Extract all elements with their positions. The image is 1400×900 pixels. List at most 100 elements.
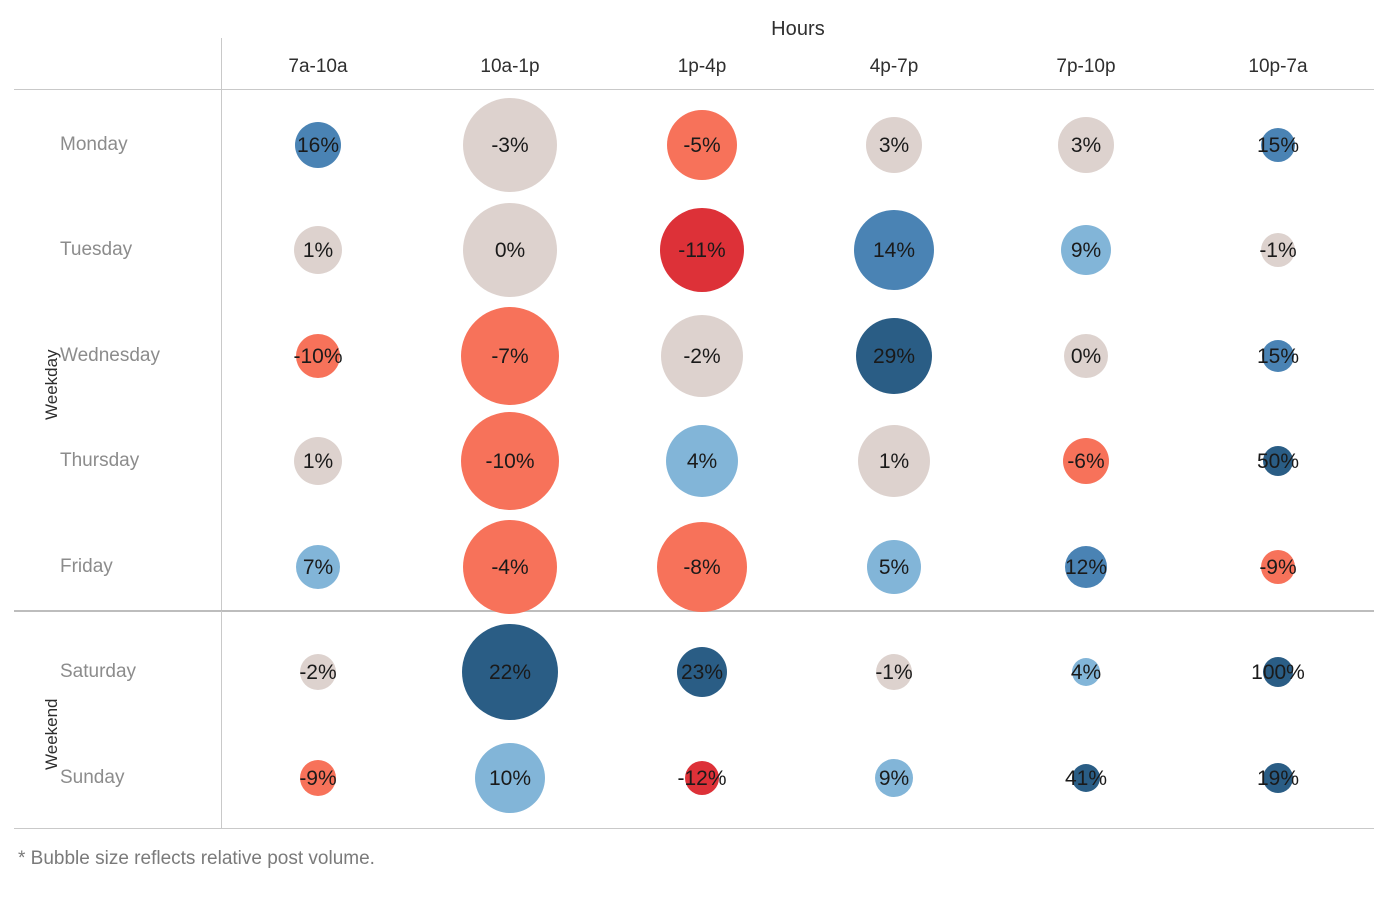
bubble-cell[interactable]: 29% bbox=[798, 304, 990, 408]
row-label-saturday: Saturday bbox=[60, 661, 137, 682]
column-header-7a-10a: 7a-10a bbox=[288, 56, 348, 77]
column-header-1p-4p: 1p-4p bbox=[677, 56, 727, 77]
bubble-value-label: 0% bbox=[1070, 344, 1102, 368]
bubble-cell[interactable]: 50% bbox=[1182, 409, 1374, 513]
bubble-cell[interactable]: -10% bbox=[222, 304, 414, 408]
bubble-cell[interactable]: 10% bbox=[414, 726, 606, 830]
bubble-value-label: 10% bbox=[488, 766, 532, 790]
bubble-value-label: 19% bbox=[1256, 766, 1300, 790]
bubble-cell[interactable]: -2% bbox=[222, 620, 414, 724]
column-header-7p-10p: 7p-10p bbox=[1056, 56, 1116, 77]
bubble-value-label: 7% bbox=[302, 555, 334, 579]
bubble-value-label: -3% bbox=[491, 133, 529, 157]
bubble-value-label: 15% bbox=[1256, 133, 1300, 157]
bubble-cell[interactable]: 14% bbox=[798, 198, 990, 302]
bubble-value-label: -2% bbox=[683, 344, 721, 368]
bubble-cell[interactable]: -10% bbox=[414, 409, 606, 513]
bubble-value-label: -1% bbox=[875, 660, 913, 684]
bubble-value-label: -8% bbox=[683, 555, 721, 579]
bubble-value-label: 5% bbox=[878, 555, 910, 579]
bubble-value-label: 9% bbox=[878, 766, 910, 790]
bubble-cell[interactable]: 23% bbox=[606, 620, 798, 724]
bubble-value-label: 3% bbox=[1070, 133, 1102, 157]
bubble-cell[interactable]: -6% bbox=[990, 409, 1182, 513]
bubble-value-label: 4% bbox=[1070, 660, 1102, 684]
bubble-value-label: 1% bbox=[302, 449, 334, 473]
bubble-value-label: 4% bbox=[686, 449, 718, 473]
chart-footnote: * Bubble size reflects relative post vol… bbox=[18, 848, 375, 869]
column-header-10a-1p: 10a-1p bbox=[480, 56, 540, 77]
bubble-value-label: 41% bbox=[1064, 766, 1108, 790]
bubble-value-label: 23% bbox=[680, 660, 724, 684]
bubble-cell[interactable]: 1% bbox=[222, 409, 414, 513]
bubble-value-label: -6% bbox=[1067, 449, 1105, 473]
bubble-cell[interactable]: 22% bbox=[414, 620, 606, 724]
bubble-cell[interactable]: 100% bbox=[1182, 620, 1374, 724]
bubble-matrix-chart: Hours 7a-10a 10a-1p 1p-4p 4p-7p 7p-10p 10p-7a… bbox=[0, 0, 1400, 900]
bubble-value-label: -1% bbox=[1259, 238, 1297, 262]
bubble-value-label: 100% bbox=[1251, 660, 1305, 684]
bubble-cell[interactable]: 1% bbox=[798, 409, 990, 513]
row-label-friday: Friday bbox=[60, 556, 113, 577]
column-header-10p-7a: 10p-7a bbox=[1248, 56, 1308, 77]
bubble-cell[interactable]: -3% bbox=[414, 93, 606, 197]
bubble-plot-area: 16% -3% -5% 3% 3% 15% 1% 0% -11% 14% 9% -1% -10% -7% -… bbox=[222, 90, 1374, 828]
bubble-cell[interactable]: 16% bbox=[222, 93, 414, 197]
bubble-value-label: -2% bbox=[299, 660, 337, 684]
row-label-monday: Monday bbox=[60, 134, 128, 155]
bubble-cell[interactable]: -7% bbox=[414, 304, 606, 408]
bubble-cell[interactable]: 9% bbox=[798, 726, 990, 830]
bubble-value-label: -9% bbox=[299, 766, 337, 790]
bubble-value-label: 16% bbox=[296, 133, 340, 157]
bubble-cell[interactable]: -9% bbox=[1182, 515, 1374, 619]
hours-axis-title: Hours bbox=[771, 18, 825, 40]
bubble-cell[interactable]: 1% bbox=[222, 198, 414, 302]
bubble-cell[interactable]: 15% bbox=[1182, 304, 1374, 408]
bubble-cell[interactable]: 0% bbox=[990, 304, 1182, 408]
bubble-value-label: 9% bbox=[1070, 238, 1102, 262]
bubble-value-label: 3% bbox=[878, 133, 910, 157]
column-header-row: 7a-10a 10a-1p 1p-4p 4p-7p 7p-10p 10p-7a bbox=[222, 56, 1374, 90]
bubble-value-label: -4% bbox=[491, 555, 529, 579]
bubble-value-label: 14% bbox=[872, 238, 916, 262]
bubble-cell[interactable]: -4% bbox=[414, 515, 606, 619]
bubble-value-label: -11% bbox=[678, 238, 726, 262]
group-label-weekend: Weekend bbox=[42, 698, 61, 770]
bubble-cell[interactable]: 12% bbox=[990, 515, 1182, 619]
group-label-weekday: Weekday bbox=[42, 349, 61, 420]
row-label-tuesday: Tuesday bbox=[60, 239, 133, 260]
bubble-value-label: 15% bbox=[1256, 344, 1300, 368]
bubble-value-label: -10% bbox=[293, 344, 343, 368]
bubble-cell[interactable]: 7% bbox=[222, 515, 414, 619]
bubble-cell[interactable]: -5% bbox=[606, 93, 798, 197]
bubble-value-label: 22% bbox=[488, 660, 532, 684]
bubble-cell[interactable]: -12% bbox=[606, 726, 798, 830]
bubble-value-label: 1% bbox=[302, 238, 334, 262]
bubble-value-label: -10% bbox=[485, 449, 535, 473]
bubble-value-label: 12% bbox=[1064, 555, 1108, 579]
bubble-cell[interactable]: -2% bbox=[606, 304, 798, 408]
row-label-sunday: Sunday bbox=[60, 767, 125, 788]
bubble-cell[interactable]: 3% bbox=[798, 93, 990, 197]
bubble-value-label: 1% bbox=[878, 449, 910, 473]
bubble-cell[interactable]: -11% bbox=[606, 198, 798, 302]
bubble-cell[interactable]: 4% bbox=[606, 409, 798, 513]
bubble-value-label: -12% bbox=[677, 766, 727, 790]
bubble-value-label: -9% bbox=[1259, 555, 1297, 579]
bubble-cell[interactable]: 9% bbox=[990, 198, 1182, 302]
bubble-cell[interactable]: -1% bbox=[1182, 198, 1374, 302]
bubble-cell[interactable]: 4% bbox=[990, 620, 1182, 724]
bubble-cell[interactable]: 15% bbox=[1182, 93, 1374, 197]
bubble-value-label: 29% bbox=[872, 344, 916, 368]
bubble-value-label: 0% bbox=[494, 238, 526, 262]
bubble-cell[interactable]: -1% bbox=[798, 620, 990, 724]
header-vertical-line bbox=[221, 38, 222, 90]
bubble-cell[interactable]: 0% bbox=[414, 198, 606, 302]
bubble-cell[interactable]: -8% bbox=[606, 515, 798, 619]
bubble-cell[interactable]: 19% bbox=[1182, 726, 1374, 830]
bubble-cell[interactable]: 3% bbox=[990, 93, 1182, 197]
bubble-cell[interactable]: 41% bbox=[990, 726, 1182, 830]
column-header-4p-7p: 4p-7p bbox=[869, 56, 919, 77]
bubble-cell[interactable]: 5% bbox=[798, 515, 990, 619]
bubble-cell[interactable]: -9% bbox=[222, 726, 414, 830]
